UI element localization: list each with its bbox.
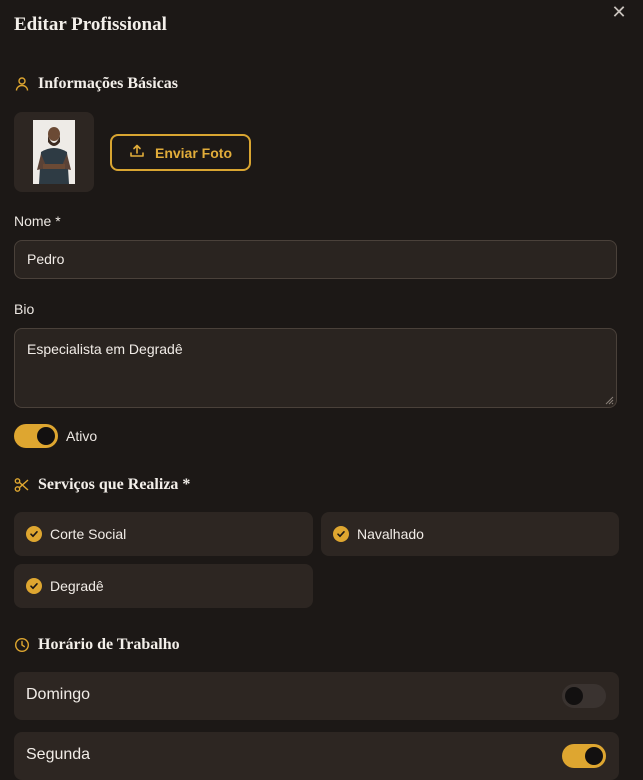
- toggle-knob: [585, 747, 603, 765]
- close-icon[interactable]: ✕: [611, 3, 627, 21]
- segunda-toggle[interactable]: [562, 744, 606, 768]
- services-heading: Serviços que Realiza *: [14, 476, 190, 494]
- day-label: Domingo: [26, 686, 91, 703]
- active-toggle[interactable]: [14, 424, 58, 448]
- service-label: Degradê: [50, 578, 104, 594]
- schedule-heading: Horário de Trabalho: [14, 636, 180, 654]
- upload-photo-label: Enviar Foto: [154, 144, 232, 161]
- check-icon: [333, 526, 349, 542]
- upload-photo-button[interactable]: Enviar Foto: [110, 134, 251, 171]
- basic-info-heading: Informações Básicas: [14, 75, 178, 93]
- check-icon: [26, 526, 42, 542]
- bio-label: Bio: [14, 301, 35, 317]
- resize-handle-icon[interactable]: [604, 395, 614, 405]
- active-label: Ativo: [66, 428, 98, 444]
- toggle-knob: [565, 687, 583, 705]
- schedule-day-domingo: Domingo: [14, 672, 619, 720]
- basic-info-heading-text: Informações Básicas: [38, 75, 178, 92]
- service-chip-navalhado[interactable]: Navalhado: [321, 512, 619, 556]
- toggle-knob: [37, 427, 55, 445]
- profile-photo: [33, 120, 75, 184]
- user-icon: [14, 76, 30, 92]
- service-chip-degrade[interactable]: Degradê: [14, 564, 313, 608]
- services-heading-text: Serviços que Realiza *: [38, 476, 191, 493]
- dialog-title: Editar Profissional: [14, 14, 167, 35]
- day-label: Segunda: [26, 746, 91, 763]
- bio-textarea[interactable]: Especialista em Degradê: [14, 328, 617, 408]
- clock-icon: [14, 637, 30, 653]
- schedule-heading-text: Horário de Trabalho: [38, 636, 180, 653]
- bio-value: Especialista em Degradê: [27, 341, 183, 357]
- profile-photo-frame: [14, 112, 94, 192]
- service-chip-corte-social[interactable]: Corte Social: [14, 512, 313, 556]
- schedule-day-segunda: Segunda: [14, 732, 619, 780]
- service-label: Corte Social: [50, 526, 127, 542]
- domingo-toggle[interactable]: [562, 684, 606, 708]
- service-label: Navalhado: [357, 526, 424, 542]
- upload-icon: [129, 143, 145, 162]
- name-label: Nome *: [14, 213, 61, 229]
- check-icon: [26, 578, 42, 594]
- name-field[interactable]: Pedro: [14, 240, 617, 279]
- scissors-icon: [14, 477, 30, 493]
